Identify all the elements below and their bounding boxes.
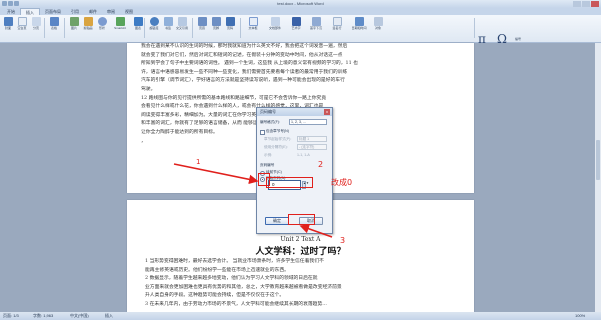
- status-language[interactable]: 中文(中国): [70, 312, 89, 320]
- annotation-arrows: [173, 163, 333, 238]
- arrow-to-start-at: [173, 163, 259, 185]
- status-zoom[interactable]: 100%: [575, 312, 585, 320]
- status-mode[interactable]: 插入: [105, 312, 113, 320]
- status-page[interactable]: 页面: 1/3: [3, 312, 19, 320]
- word-window: test.docx - Microsoft Word 开始 插入 页面布局 引用…: [0, 0, 601, 320]
- status-bar: 页面: 1/3 字数: 1,963 中文(中国) 插入 100%: [0, 312, 601, 320]
- arrow-to-ok: [299, 224, 333, 238]
- status-word-count[interactable]: 字数: 1,963: [33, 312, 53, 320]
